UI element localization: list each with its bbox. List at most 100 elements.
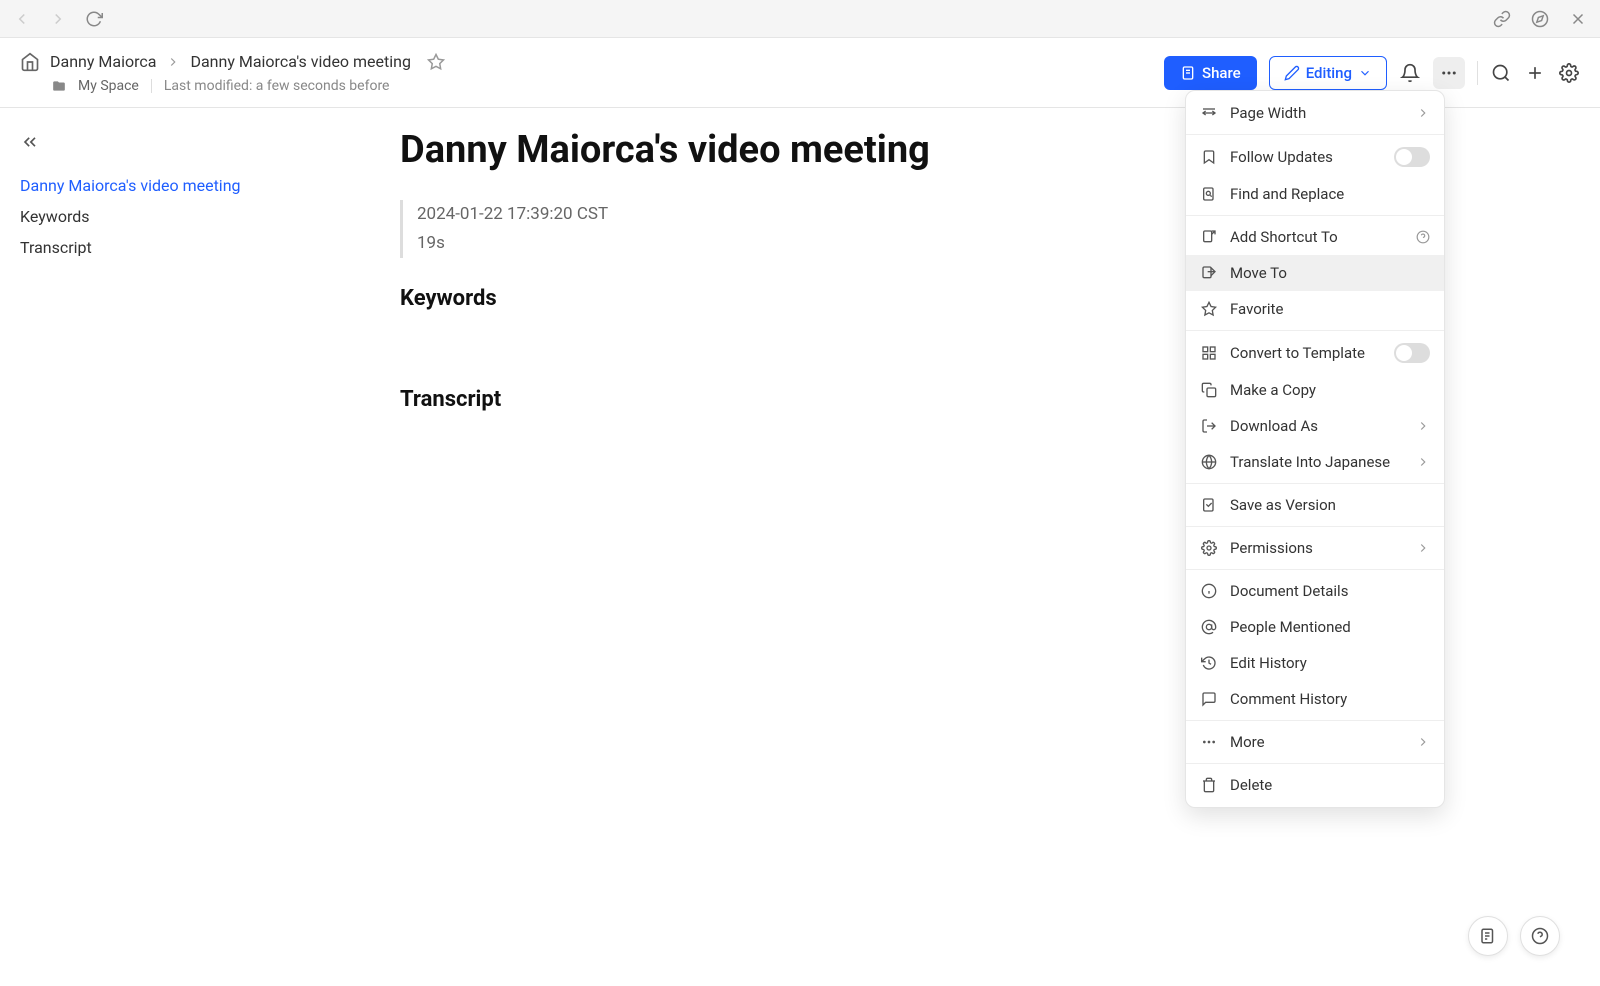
menu-label: Permissions xyxy=(1230,539,1404,557)
menu-follow-updates[interactable]: Follow Updates xyxy=(1186,138,1444,176)
download-icon xyxy=(1200,417,1218,435)
chevron-right-icon xyxy=(166,55,180,69)
editing-button[interactable]: Editing xyxy=(1269,56,1387,90)
menu-save-version[interactable]: Save as Version xyxy=(1186,487,1444,523)
separator xyxy=(1186,134,1444,135)
menu-convert-template[interactable]: Convert to Template xyxy=(1186,334,1444,372)
gear-icon[interactable] xyxy=(1558,62,1580,84)
menu-label: Page Width xyxy=(1230,104,1404,122)
menu-make-copy[interactable]: Make a Copy xyxy=(1186,372,1444,408)
chevron-right-icon xyxy=(1416,541,1430,555)
separator xyxy=(1186,330,1444,331)
menu-label: Edit History xyxy=(1230,654,1430,672)
template-icon xyxy=(1200,344,1218,362)
forward-icon[interactable] xyxy=(48,9,68,29)
shortcut-icon xyxy=(1200,228,1218,246)
plus-icon[interactable] xyxy=(1524,62,1546,84)
more-button[interactable] xyxy=(1433,57,1465,89)
menu-move-to[interactable]: Move To xyxy=(1186,255,1444,291)
bookmark-icon xyxy=(1200,148,1218,166)
toggle-switch[interactable] xyxy=(1394,147,1430,167)
toc-float-button[interactable] xyxy=(1468,916,1508,956)
menu-doc-details[interactable]: Document Details xyxy=(1186,573,1444,609)
more-icon xyxy=(1200,733,1218,751)
help-float-button[interactable] xyxy=(1520,916,1560,956)
section-keywords: Keywords xyxy=(400,286,1120,311)
meta-block: 2024-01-22 17:39:20 CST 19s xyxy=(400,200,1120,258)
chevron-right-icon xyxy=(1416,106,1430,120)
info-icon xyxy=(1200,582,1218,600)
menu-label: Convert to Template xyxy=(1230,344,1382,362)
page-title: Danny Maiorca's video meeting xyxy=(400,128,1120,172)
move-icon xyxy=(1200,264,1218,282)
menu-translate[interactable]: Translate Into Japanese xyxy=(1186,444,1444,480)
reload-icon[interactable] xyxy=(84,9,104,29)
menu-edit-history[interactable]: Edit History xyxy=(1186,645,1444,681)
menu-label: Make a Copy xyxy=(1230,381,1430,399)
folder-icon xyxy=(52,79,66,93)
menu-comment-history[interactable]: Comment History xyxy=(1186,681,1444,717)
toggle-switch[interactable] xyxy=(1394,343,1430,363)
help-icon xyxy=(1416,230,1430,244)
close-icon[interactable] xyxy=(1568,9,1588,29)
collapse-icon[interactable] xyxy=(20,132,340,152)
breadcrumb-parent[interactable]: Danny Maiorca xyxy=(50,52,156,71)
menu-label: Add Shortcut To xyxy=(1230,228,1404,246)
space-name[interactable]: My Space xyxy=(78,78,139,94)
toc-item[interactable]: Danny Maiorca's video meeting xyxy=(20,170,340,201)
separator xyxy=(1186,526,1444,527)
more-dropdown: Page Width Follow Updates Find and Repla… xyxy=(1185,90,1445,808)
section-transcript: Transcript xyxy=(400,387,1120,412)
separator xyxy=(1186,483,1444,484)
timestamp: 2024-01-22 17:39:20 CST xyxy=(417,200,1120,229)
menu-label: Follow Updates xyxy=(1230,148,1382,166)
chevron-down-icon xyxy=(1358,66,1372,80)
menu-permissions[interactable]: Permissions xyxy=(1186,530,1444,566)
save-icon xyxy=(1200,496,1218,514)
history-icon xyxy=(1200,654,1218,672)
menu-label: Save as Version xyxy=(1230,496,1430,514)
separator xyxy=(1186,569,1444,570)
menu-download-as[interactable]: Download As xyxy=(1186,408,1444,444)
breadcrumb-current[interactable]: Danny Maiorca's video meeting xyxy=(190,52,411,71)
chevron-right-icon xyxy=(1416,735,1430,749)
star-icon xyxy=(1200,300,1218,318)
menu-add-shortcut[interactable]: Add Shortcut To xyxy=(1186,219,1444,255)
toc-item[interactable]: Transcript xyxy=(20,232,340,263)
menu-favorite[interactable]: Favorite xyxy=(1186,291,1444,327)
link-icon[interactable] xyxy=(1492,9,1512,29)
star-icon[interactable] xyxy=(427,53,445,71)
gear-icon xyxy=(1200,539,1218,557)
trash-icon xyxy=(1200,776,1218,794)
width-icon xyxy=(1200,104,1218,122)
toc-item[interactable]: Keywords xyxy=(20,201,340,232)
divider xyxy=(1477,61,1478,85)
separator xyxy=(1186,763,1444,764)
bell-icon[interactable] xyxy=(1399,62,1421,84)
home-icon[interactable] xyxy=(20,52,40,72)
back-icon[interactable] xyxy=(12,9,32,29)
menu-more[interactable]: More xyxy=(1186,724,1444,760)
divider xyxy=(151,79,152,93)
editing-label: Editing xyxy=(1306,64,1352,82)
search-icon[interactable] xyxy=(1490,62,1512,84)
chevron-right-icon xyxy=(1416,419,1430,433)
menu-find-replace[interactable]: Find and Replace xyxy=(1186,176,1444,212)
share-button[interactable]: Share xyxy=(1164,56,1257,90)
menu-label: Find and Replace xyxy=(1230,185,1430,203)
menu-people-mentioned[interactable]: People Mentioned xyxy=(1186,609,1444,645)
menu-delete[interactable]: Delete xyxy=(1186,767,1444,803)
menu-label: Delete xyxy=(1230,776,1430,794)
translate-icon xyxy=(1200,453,1218,471)
menu-label: Download As xyxy=(1230,417,1404,435)
compass-icon[interactable] xyxy=(1530,9,1550,29)
menu-label: People Mentioned xyxy=(1230,618,1430,636)
menu-page-width[interactable]: Page Width xyxy=(1186,95,1444,131)
browser-topbar xyxy=(0,0,1600,38)
menu-label: Translate Into Japanese xyxy=(1230,453,1404,471)
menu-label: More xyxy=(1230,733,1404,751)
menu-label: Comment History xyxy=(1230,690,1430,708)
document-content: Danny Maiorca's video meeting 2024-01-22… xyxy=(360,108,1160,986)
breadcrumb: Danny Maiorca Danny Maiorca's video meet… xyxy=(20,52,445,72)
search-doc-icon xyxy=(1200,185,1218,203)
